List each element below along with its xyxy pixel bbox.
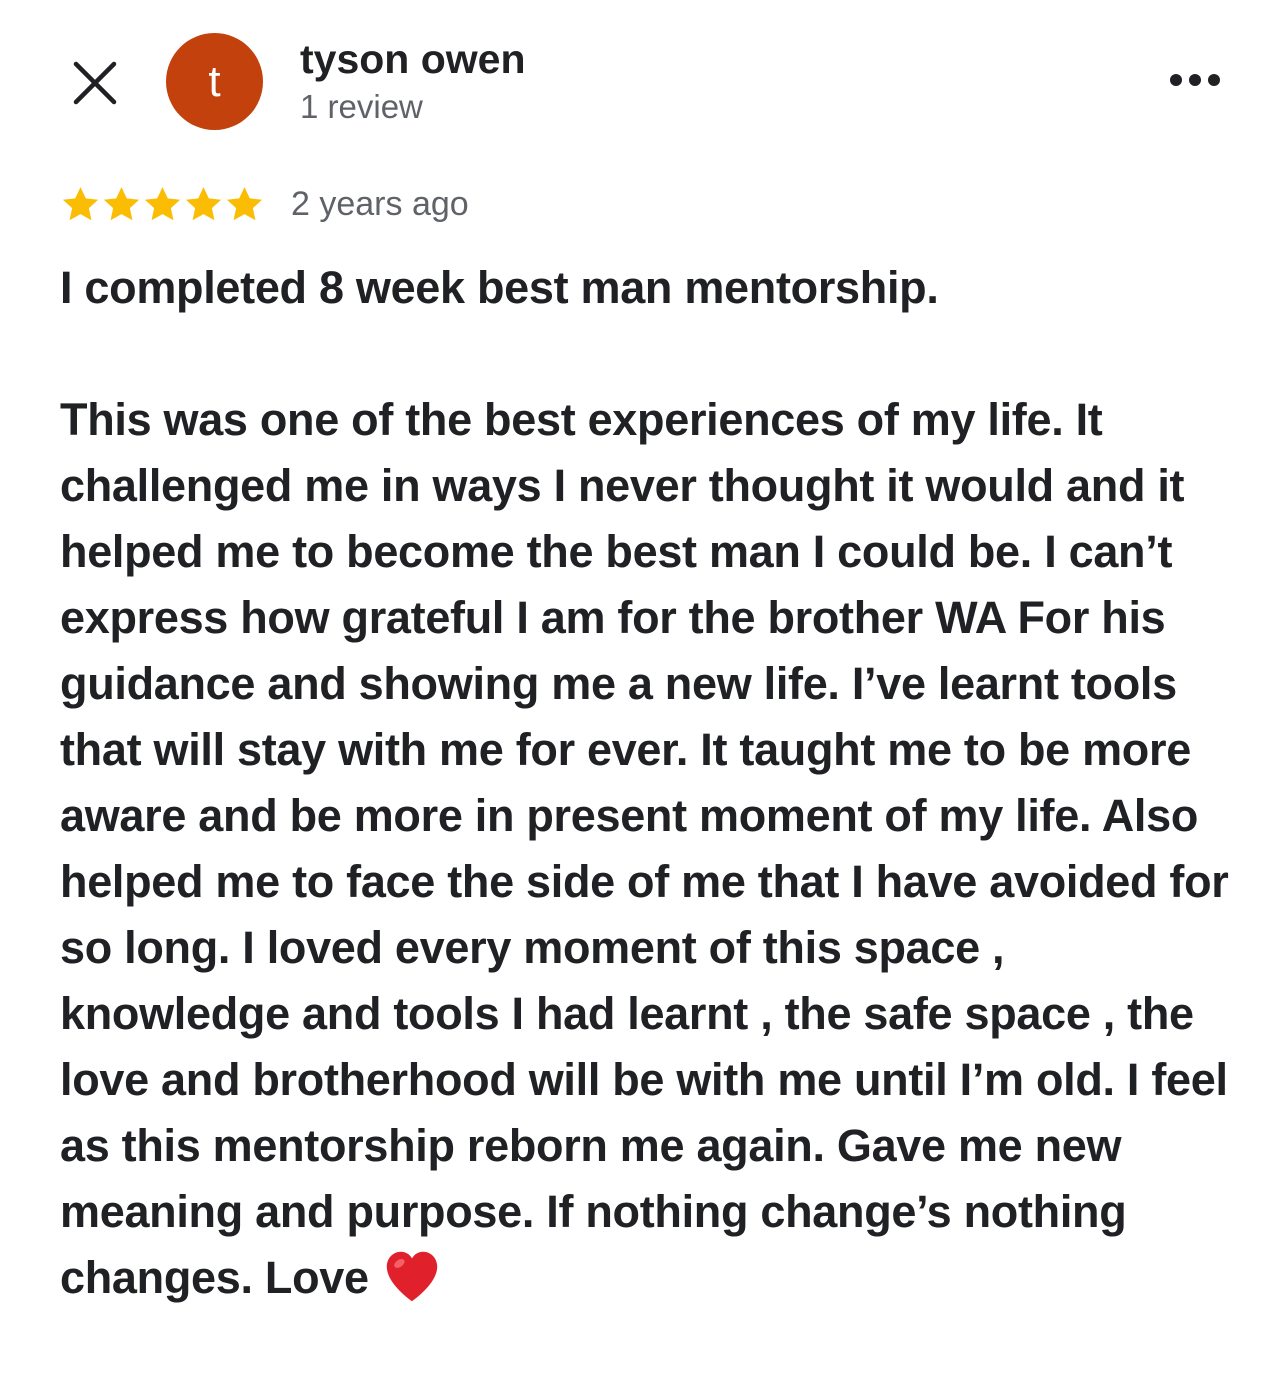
- star-icon: [144, 186, 181, 220]
- star-icon: [226, 186, 263, 220]
- star-rating: [60, 184, 265, 225]
- star-icon: [103, 186, 140, 220]
- review-header: t tyson owen 1 review: [0, 0, 1283, 150]
- close-button[interactable]: [64, 52, 126, 114]
- red-heart-icon: [386, 1251, 437, 1302]
- reviewer-review-count: 1 review: [300, 88, 423, 125]
- review-paragraph: I completed 8 week best man mentorship.: [60, 262, 939, 313]
- review-paragraph-text: This was one of the best experiences of …: [60, 394, 1229, 1303]
- review-paragraph-main: This was one of the best experiences of …: [60, 387, 1240, 1311]
- more-horizontal-icon: [1170, 74, 1220, 86]
- more-options-button[interactable]: [1162, 60, 1228, 100]
- reviewer-name[interactable]: tyson owen: [300, 36, 526, 83]
- review-time: 2 years ago: [291, 184, 469, 223]
- rating-row: 2 years ago: [60, 180, 469, 228]
- star-icon: [62, 186, 99, 220]
- close-icon: [73, 61, 117, 105]
- avatar[interactable]: t: [166, 33, 263, 130]
- avatar-letter: t: [208, 56, 221, 106]
- review-body: I completed 8 week best man mentorship. …: [60, 255, 1240, 1311]
- star-icon: [185, 186, 222, 220]
